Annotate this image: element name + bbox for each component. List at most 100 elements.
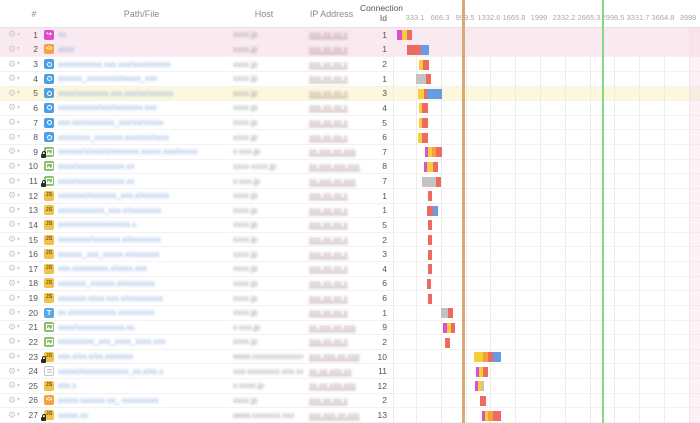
bar-segment-red[interactable] <box>436 147 442 157</box>
bar-segment-red[interactable] <box>407 30 412 40</box>
path-link[interactable]: xxxx <box>58 45 225 54</box>
bar-segment-red[interactable] <box>480 396 486 406</box>
ip-address-link[interactable]: xxx.xxx.xx.xxx <box>303 352 360 361</box>
gear-menu-button[interactable]: ⚙▾ <box>0 206 28 215</box>
path-link[interactable]: xxx.xxxxxxxxx.x/xxxx.xxx <box>58 264 225 273</box>
ip-address-link[interactable]: xx.xx.xxx.xx <box>303 367 360 376</box>
ip-address-link[interactable]: xxx.xx.xx.x <box>303 30 360 39</box>
request-row[interactable]: ⚙▾2<>xxxxxxxx.jpxxx.xx.xx.x1 <box>0 43 700 58</box>
column-header-connection-id[interactable]: Connection Id <box>360 4 391 24</box>
request-row[interactable]: ⚙▾24xxxxx/xxxxxxxxxxxx_xx.x/xx.xxxx-xxxx… <box>0 364 700 379</box>
waterfall-bar[interactable] <box>418 89 442 99</box>
path-link[interactable]: xxxxxxx_xxxxxx.x/xxxxxxxx <box>58 279 225 288</box>
bar-segment-red[interactable] <box>428 264 432 274</box>
ip-address-link[interactable]: xxx.xx.xx.x <box>303 235 360 244</box>
ip-address-link[interactable]: xxx.xx.xx.x <box>303 396 360 405</box>
request-row[interactable]: ⚙▾7xxx.xx/xxxxxxxx_xxx/xx/xxxxxxxxx.jpxx… <box>0 116 700 131</box>
ip-address-link[interactable]: xx.xxx.xxx.xxx <box>303 162 360 171</box>
path-link[interactable]: xxxxxxxx_xxxxxxx.xxx/xxx/xxxx <box>58 133 225 142</box>
gear-menu-button[interactable]: ⚙▾ <box>0 337 28 346</box>
waterfall-bar[interactable] <box>428 191 432 201</box>
gear-menu-button[interactable]: ⚙▾ <box>0 191 28 200</box>
bar-segment-red[interactable] <box>427 279 431 289</box>
column-header-path[interactable]: Path/File <box>58 9 225 19</box>
ip-address-link[interactable]: xxx.xx.xx.x <box>303 264 360 273</box>
path-link[interactable]: xxxxxx/x/xxx/x/xxxxxxx.xxxxx.xxx/xxxxx <box>58 147 225 156</box>
request-row[interactable]: ⚙▾6xxxxxxxxxx/xxx/xxxxxxx.xxxxxxx.jpxxx.… <box>0 101 700 116</box>
waterfall-bar[interactable] <box>445 338 450 348</box>
gear-menu-button[interactable]: ⚙▾ <box>0 60 28 69</box>
request-row[interactable]: ⚙▾13JSxxx/xxxxxxxx_xxx.x/xxxxxxxxxxxx.jp… <box>0 204 700 219</box>
ip-address-link[interactable]: xx.xxx.xx.xxx <box>303 323 360 332</box>
bar-segment-red[interactable] <box>493 411 501 421</box>
gear-menu-button[interactable]: ⚙▾ <box>0 147 28 156</box>
ip-address-link[interactable]: xxx.xxx.xx.xxx <box>303 411 360 420</box>
path-link[interactable]: xxxxxxx/xxxxxxx_xxx.x/xxxxxxx <box>58 191 225 200</box>
request-row[interactable]: ⚙▾23JSxxx.x/xx.x/xx.xxxxxxxwww.xxxxxxxxx… <box>0 350 700 365</box>
gear-menu-button[interactable]: ⚙▾ <box>0 279 28 288</box>
path-link[interactable]: xxxxxx_xxxxxxxx/xxxxx_xxx <box>58 74 225 83</box>
request-row[interactable]: ⚙▾14JSxxxxxxxxxxxxxxxxxx.xxxxx.jpxxx.xx.… <box>0 218 700 233</box>
waterfall-bar[interactable] <box>428 294 432 304</box>
waterfall-bar[interactable] <box>428 264 432 274</box>
ip-address-link[interactable]: xxx.xx.xx.x <box>303 89 360 98</box>
gear-menu-button[interactable]: ⚙▾ <box>0 45 28 54</box>
gear-menu-button[interactable]: ⚙▾ <box>0 367 28 376</box>
bar-segment-red[interactable] <box>433 162 438 172</box>
gear-menu-button[interactable]: ⚙▾ <box>0 235 28 244</box>
bar-segment-red[interactable] <box>445 338 450 348</box>
ip-address-link[interactable]: xxx.xx.xx.x <box>303 118 360 127</box>
bar-segment-red[interactable] <box>428 250 432 260</box>
waterfall-bar[interactable] <box>427 206 438 216</box>
bar-segment-red[interactable] <box>422 133 428 143</box>
gear-menu-button[interactable]: ⚙▾ <box>0 177 28 186</box>
column-header-ip[interactable]: IP Address <box>303 9 360 19</box>
bar-segment-blue[interactable] <box>427 89 442 99</box>
request-row[interactable]: ⚙▾5xxxx/xxxxxxxx.xxx.xxx/xx/xxxxxxxxxx.j… <box>0 87 700 102</box>
bar-segment-red[interactable] <box>448 308 453 318</box>
gear-menu-button[interactable]: ⚙▾ <box>0 323 28 332</box>
request-row[interactable]: ⚙▾12JSxxxxxxx/xxxxxxx_xxx.x/xxxxxxxxxxx.… <box>0 189 700 204</box>
path-link[interactable]: xxxx/xxxxxxxxxxxx.xx <box>58 323 225 332</box>
bar-segment-blue[interactable] <box>421 45 429 55</box>
gear-menu-button[interactable]: ⚙▾ <box>0 396 28 405</box>
waterfall-bar[interactable] <box>475 381 484 391</box>
bar-segment-red[interactable] <box>422 103 428 113</box>
ip-address-link[interactable]: xx.xxx.xx.xxx <box>303 177 360 186</box>
request-row[interactable]: ⚙▾10xxxx/xxxxxxxxxxxx.xxxxxx-xxxx.jpxx.x… <box>0 160 700 175</box>
waterfall-bar[interactable] <box>428 235 432 245</box>
waterfall-bar[interactable] <box>422 177 441 187</box>
bar-segment-red[interactable] <box>428 191 432 201</box>
bar-segment-red[interactable] <box>422 118 428 128</box>
gear-menu-button[interactable]: ⚙▾ <box>0 352 28 361</box>
waterfall-bar[interactable] <box>416 74 431 84</box>
gear-menu-button[interactable]: ⚙▾ <box>0 250 28 259</box>
ip-address-link[interactable]: xxx.xx.xx.x <box>303 250 360 259</box>
ip-address-link[interactable]: xxx.xx.xx.x <box>303 206 360 215</box>
waterfall-bar[interactable] <box>424 162 438 172</box>
path-link[interactable]: xxx.xx/xxxxxxxx_xxx/xx/xxxxx <box>58 118 225 127</box>
waterfall-bar[interactable] <box>419 103 428 113</box>
ip-address-link[interactable]: xxx.xx.xx.x <box>303 308 360 317</box>
waterfall-bar[interactable] <box>441 308 453 318</box>
request-row[interactable]: ⚙▾21xxxx/xxxxxxxxxxxx.xxx-xxx.jpxx.xxx.x… <box>0 321 700 336</box>
waterfall-bar[interactable] <box>474 352 501 362</box>
ip-address-link[interactable]: xxx.xx.xx.x <box>303 74 360 83</box>
waterfall-bar[interactable] <box>419 60 429 70</box>
waterfall-bar[interactable] <box>482 411 501 421</box>
gear-menu-button[interactable]: ⚙▾ <box>0 118 28 127</box>
bar-segment-gray[interactable] <box>482 381 484 391</box>
bar-segment-blue[interactable] <box>493 352 501 362</box>
ip-address-link[interactable]: xxx.xx.xx.x <box>303 191 360 200</box>
gear-menu-button[interactable]: ⚙▾ <box>0 220 28 229</box>
path-link[interactable]: xxx.x <box>58 381 225 390</box>
request-row[interactable]: ⚙▾16JSxxxxxx_xxx_xxxxx.x/xxxxxxxxxxx.jpx… <box>0 247 700 262</box>
waterfall-bar[interactable] <box>419 118 428 128</box>
waterfall-bar[interactable] <box>397 30 412 40</box>
request-row[interactable]: ⚙▾1↪xxxxxx.jpxxx.xx.xx.x1 <box>0 28 700 43</box>
request-row[interactable]: ⚙▾26<>xxxxx-xxxxxx-xx_-xxxxxxxxxxxxx.jpx… <box>0 394 700 409</box>
bar-segment-red[interactable] <box>483 367 488 377</box>
request-row[interactable]: ⚙▾4xxxxxx_xxxxxxxx/xxxxx_xxxxxxx.jpxxx.x… <box>0 72 700 87</box>
path-link[interactable]: xxxxxx_xxx_xxxxx.x/xxxxxxx <box>58 250 225 259</box>
waterfall-bar[interactable] <box>427 279 431 289</box>
